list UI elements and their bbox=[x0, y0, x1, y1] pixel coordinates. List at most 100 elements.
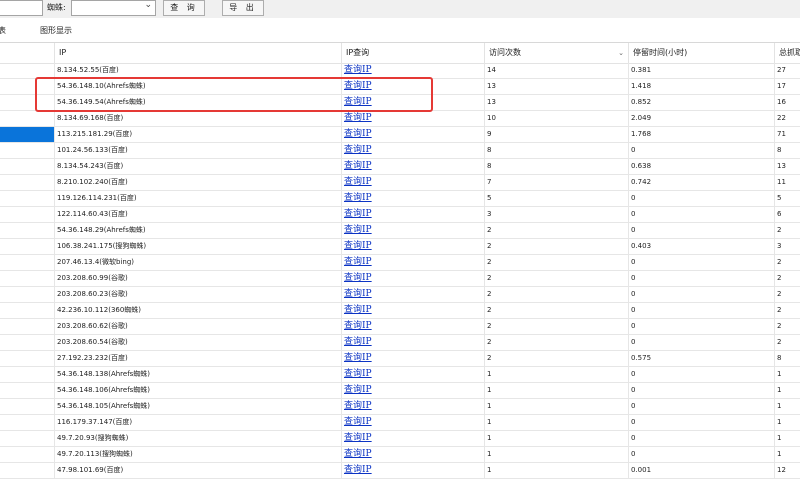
table-row[interactable]: 54.36.148.106(Ahrefs蜘蛛) 查询IP 1 0 1 bbox=[0, 383, 800, 399]
tab-chart-view[interactable]: 图形显示 bbox=[40, 25, 72, 36]
ip-lookup-link[interactable]: 查询IP bbox=[344, 193, 372, 203]
table-row[interactable]: 113.215.181.29(百度) 查询IP 9 1.768 71 bbox=[0, 127, 800, 143]
row-selector[interactable] bbox=[0, 351, 55, 366]
table-row[interactable]: 106.38.241.175(搜狗蜘蛛) 查询IP 2 0.403 3 bbox=[0, 239, 800, 255]
row-selector[interactable] bbox=[0, 191, 55, 206]
row-selector[interactable] bbox=[0, 127, 55, 142]
table-row[interactable]: 116.179.37.147(百度) 查询IP 1 0 1 bbox=[0, 415, 800, 431]
cell-ip-lookup: 查询IP bbox=[342, 175, 485, 190]
row-selector[interactable] bbox=[0, 383, 55, 398]
row-selector[interactable] bbox=[0, 175, 55, 190]
ip-lookup-link[interactable]: 查询IP bbox=[344, 337, 372, 347]
ip-lookup-link[interactable]: 查询IP bbox=[344, 385, 372, 395]
row-selector[interactable] bbox=[0, 95, 55, 110]
header-visit-count[interactable]: 访问次数 ⌄ bbox=[485, 43, 629, 63]
row-selector[interactable] bbox=[0, 255, 55, 270]
table-row[interactable]: 54.36.148.10(Ahrefs蜘蛛) 查询IP 13 1.418 17 bbox=[0, 79, 800, 95]
query-button[interactable]: 查 询 bbox=[163, 0, 205, 16]
ip-lookup-link[interactable]: 查询IP bbox=[344, 273, 372, 283]
header-visit-count-label: 访问次数 bbox=[489, 48, 521, 57]
row-selector[interactable] bbox=[0, 223, 55, 238]
table-row[interactable]: 101.24.56.133(百度) 查询IP 8 0 8 bbox=[0, 143, 800, 159]
table-row[interactable]: 47.98.101.69(百度) 查询IP 1 0.001 12 bbox=[0, 463, 800, 479]
ip-lookup-link[interactable]: 查询IP bbox=[344, 369, 372, 379]
row-selector[interactable] bbox=[0, 79, 55, 94]
cell-total-crawl: 1 bbox=[775, 399, 800, 414]
table-row[interactable]: 42.236.10.112(360蜘蛛) 查询IP 2 0 2 bbox=[0, 303, 800, 319]
ip-lookup-link[interactable]: 查询IP bbox=[344, 257, 372, 267]
row-selector[interactable] bbox=[0, 63, 55, 78]
row-selector[interactable] bbox=[0, 367, 55, 382]
row-selector[interactable] bbox=[0, 143, 55, 158]
table-row[interactable]: 8.134.54.243(百度) 查询IP 8 0.638 13 bbox=[0, 159, 800, 175]
table-row[interactable]: 203.208.60.99(谷歌) 查询IP 2 0 2 bbox=[0, 271, 800, 287]
ip-lookup-link[interactable]: 查询IP bbox=[344, 401, 372, 411]
ip-lookup-link[interactable]: 查询IP bbox=[344, 305, 372, 315]
row-selector[interactable] bbox=[0, 303, 55, 318]
table-row[interactable]: 54.36.149.54(Ahrefs蜘蛛) 查询IP 13 0.852 16 bbox=[0, 95, 800, 111]
cell-ip-lookup: 查询IP bbox=[342, 351, 485, 366]
table-row[interactable]: 8.134.69.168(百度) 查询IP 10 2.049 22 bbox=[0, 111, 800, 127]
table-row[interactable]: 122.114.60.43(百度) 查询IP 3 0 6 bbox=[0, 207, 800, 223]
table-row[interactable]: 119.126.114.231(百度) 查询IP 5 0 5 bbox=[0, 191, 800, 207]
ip-lookup-link[interactable]: 查询IP bbox=[344, 65, 372, 75]
cell-total-crawl: 1 bbox=[775, 431, 800, 446]
ip-lookup-link[interactable]: 查询IP bbox=[344, 321, 372, 331]
table-row[interactable]: 49.7.20.93(搜狗蜘蛛) 查询IP 1 0 1 bbox=[0, 431, 800, 447]
row-selector[interactable] bbox=[0, 271, 55, 286]
row-selector[interactable] bbox=[0, 335, 55, 350]
table-row[interactable]: 203.208.60.54(谷歌) 查询IP 2 0 2 bbox=[0, 335, 800, 351]
row-selector[interactable] bbox=[0, 111, 55, 126]
ip-lookup-link[interactable]: 查询IP bbox=[344, 209, 372, 219]
filter-input[interactable] bbox=[0, 0, 43, 16]
ip-lookup-link[interactable]: 查询IP bbox=[344, 225, 372, 235]
table-row[interactable]: 207.46.13.4(微软bing) 查询IP 2 0 2 bbox=[0, 255, 800, 271]
row-selector[interactable] bbox=[0, 319, 55, 334]
header-total-crawl[interactable]: 总抓取 bbox=[775, 43, 800, 63]
table-row[interactable]: 8.134.52.55(百度) 查询IP 14 0.381 27 bbox=[0, 63, 800, 79]
header-ip[interactable]: IP bbox=[55, 43, 342, 63]
ip-lookup-link[interactable]: 查询IP bbox=[344, 417, 372, 427]
spider-select[interactable]: ⌄ bbox=[71, 0, 156, 16]
table-row[interactable]: 203.208.60.62(谷歌) 查询IP 2 0 2 bbox=[0, 319, 800, 335]
table-row[interactable]: 49.7.20.113(搜狗蜘蛛) 查询IP 1 0 1 bbox=[0, 447, 800, 463]
table-row[interactable]: 54.36.148.105(Ahrefs蜘蛛) 查询IP 1 0 1 bbox=[0, 399, 800, 415]
table-row[interactable]: 54.36.148.29(Ahrefs蜘蛛) 查询IP 2 0 2 bbox=[0, 223, 800, 239]
export-button[interactable]: 导 出 bbox=[222, 0, 264, 16]
table-row[interactable]: 203.208.60.23(谷歌) 查询IP 2 0 2 bbox=[0, 287, 800, 303]
ip-lookup-link[interactable]: 查询IP bbox=[344, 97, 372, 107]
ip-lookup-link[interactable]: 查询IP bbox=[344, 289, 372, 299]
cell-ip-lookup: 查询IP bbox=[342, 79, 485, 94]
row-selector[interactable] bbox=[0, 207, 55, 222]
row-selector[interactable] bbox=[0, 399, 55, 414]
tab-table[interactable]: 表 bbox=[0, 25, 6, 36]
ip-lookup-link[interactable]: 查询IP bbox=[344, 129, 372, 139]
ip-lookup-link[interactable]: 查询IP bbox=[344, 113, 372, 123]
cell-visit-count: 14 bbox=[485, 63, 629, 78]
ip-lookup-link[interactable]: 查询IP bbox=[344, 81, 372, 91]
row-selector[interactable] bbox=[0, 431, 55, 446]
row-selector[interactable] bbox=[0, 159, 55, 174]
cell-ip-lookup: 查询IP bbox=[342, 415, 485, 430]
row-selector[interactable] bbox=[0, 287, 55, 302]
row-selector[interactable] bbox=[0, 463, 55, 478]
chevron-down-icon: ⌄ bbox=[144, 0, 152, 10]
header-stay-time[interactable]: 停留时间(小时) bbox=[629, 43, 775, 63]
ip-lookup-link[interactable]: 查询IP bbox=[344, 177, 372, 187]
row-selector[interactable] bbox=[0, 415, 55, 430]
table-row[interactable]: 27.192.23.232(百度) 查询IP 2 0.575 8 bbox=[0, 351, 800, 367]
ip-lookup-link[interactable]: 查询IP bbox=[344, 433, 372, 443]
header-ip-lookup[interactable]: IP查询 bbox=[342, 43, 485, 63]
ip-lookup-link[interactable]: 查询IP bbox=[344, 161, 372, 171]
ip-lookup-link[interactable]: 查询IP bbox=[344, 241, 372, 251]
table-row[interactable]: 54.36.148.138(Ahrefs蜘蛛) 查询IP 1 0 1 bbox=[0, 367, 800, 383]
ip-lookup-link[interactable]: 查询IP bbox=[344, 145, 372, 155]
ip-lookup-link[interactable]: 查询IP bbox=[344, 465, 372, 475]
ip-lookup-link[interactable]: 查询IP bbox=[344, 353, 372, 363]
row-selector[interactable] bbox=[0, 239, 55, 254]
cell-ip-lookup: 查询IP bbox=[342, 95, 485, 110]
table-row[interactable]: 8.210.102.240(百度) 查询IP 7 0.742 11 bbox=[0, 175, 800, 191]
header-row-selector[interactable] bbox=[0, 43, 55, 63]
sort-desc-icon: ⌄ bbox=[618, 49, 624, 57]
ip-lookup-link[interactable]: 查询IP bbox=[344, 449, 372, 459]
